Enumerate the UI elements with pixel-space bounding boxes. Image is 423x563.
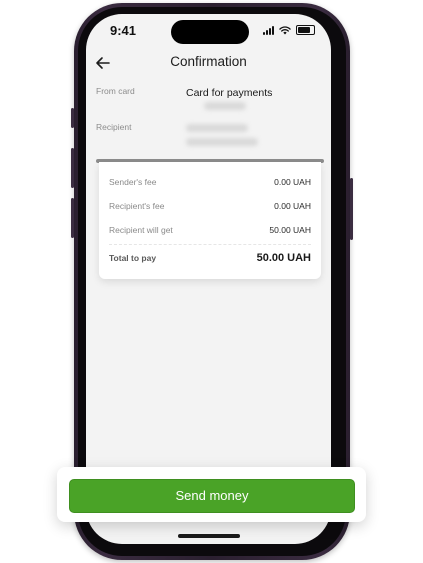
silent-switch (71, 108, 74, 128)
volume-down-button (71, 198, 74, 238)
fee-value: 0.00 UAH (274, 201, 311, 211)
home-indicator (178, 534, 240, 538)
status-time: 9:41 (110, 23, 137, 38)
total-value: 50.00 UAH (256, 252, 311, 264)
fee-summary-card: Sender's fee 0.00 UAH Recipient's fee 0.… (99, 162, 321, 279)
fee-label: Recipient's fee (109, 201, 165, 211)
from-card-label: From card (96, 86, 135, 96)
card-number-redacted (204, 102, 246, 110)
page-title: Confirmation (170, 54, 247, 69)
from-card-row: From card Card for payments (86, 86, 331, 122)
recipient-row: Recipient (86, 122, 331, 158)
status-icons (263, 25, 315, 35)
phone-screen: 9:41 Confirmation From card Card for pay… (86, 14, 331, 544)
fee-value: 0.00 UAH (274, 177, 311, 187)
recipient-number-redacted (186, 138, 258, 146)
fee-row-sender: Sender's fee 0.00 UAH (109, 177, 311, 187)
fee-row-recipient-gets: Recipient will get 50.00 UAH (109, 225, 311, 235)
signal-icon (263, 25, 274, 35)
power-button (350, 178, 353, 240)
fee-value: 50.00 UAH (269, 225, 311, 235)
total-row: Total to pay 50.00 UAH (109, 252, 311, 264)
send-money-button[interactable]: Send money (69, 479, 355, 513)
transfer-details: From card Card for payments Recipient (86, 86, 331, 158)
wifi-icon (279, 25, 291, 34)
recipient-label: Recipient (96, 122, 132, 132)
action-panel: Send money (57, 467, 366, 522)
status-bar: 9:41 (86, 14, 331, 48)
app-header: Confirmation (86, 50, 331, 80)
dynamic-island (171, 20, 249, 44)
volume-up-button (71, 148, 74, 188)
total-label: Total to pay (109, 253, 157, 263)
fee-divider (109, 244, 311, 245)
fee-label: Recipient will get (109, 225, 173, 235)
fee-row-recipient: Recipient's fee 0.00 UAH (109, 201, 311, 211)
fee-label: Sender's fee (109, 177, 157, 187)
from-card-value: Card for payments (186, 87, 273, 99)
recipient-name-redacted (186, 124, 248, 132)
battery-icon (296, 25, 315, 35)
